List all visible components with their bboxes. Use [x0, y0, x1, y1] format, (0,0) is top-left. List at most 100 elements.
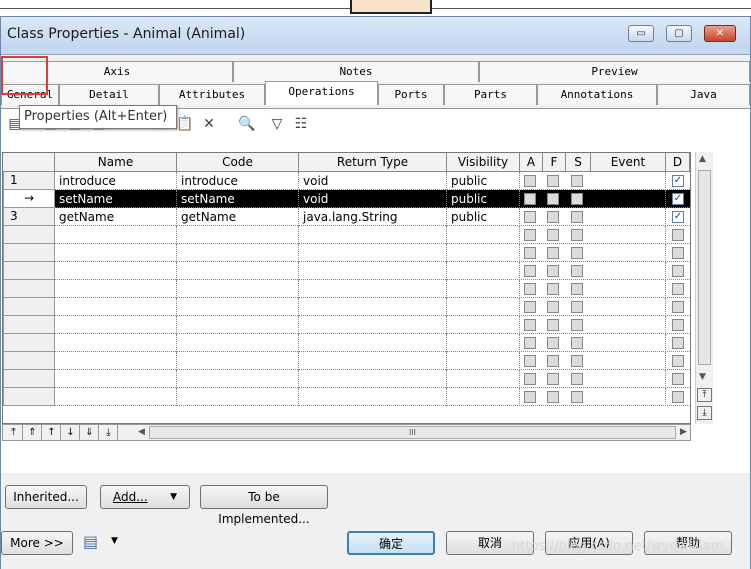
- return-type-cell[interactable]: [299, 388, 447, 406]
- code-cell[interactable]: [177, 244, 299, 262]
- horizontal-scroll-thumb[interactable]: III: [149, 426, 676, 439]
- final-checkbox[interactable]: [547, 211, 559, 223]
- row-header[interactable]: 3: [3, 208, 55, 226]
- scroll-thumb[interactable]: [698, 170, 711, 365]
- move-bottom-icon[interactable]: ⤓: [100, 425, 118, 440]
- table-row[interactable]: [3, 370, 690, 388]
- static-checkbox[interactable]: [571, 229, 583, 241]
- delete-icon[interactable]: ✕: [199, 114, 219, 134]
- display-checkbox[interactable]: ✓: [672, 211, 684, 223]
- static-checkbox[interactable]: [571, 319, 583, 331]
- display-checkbox[interactable]: [672, 391, 684, 403]
- table-row[interactable]: [3, 244, 690, 262]
- display-checkbox[interactable]: ✓: [672, 175, 684, 187]
- display-checkbox[interactable]: [672, 247, 684, 259]
- display-checkbox[interactable]: [672, 355, 684, 367]
- visibility-cell[interactable]: [447, 370, 520, 388]
- paste-icon[interactable]: 📋: [175, 114, 195, 134]
- row-header[interactable]: [3, 262, 55, 280]
- static-checkbox[interactable]: [571, 283, 583, 295]
- code-cell[interactable]: [177, 388, 299, 406]
- final-checkbox[interactable]: [547, 229, 559, 241]
- abstract-checkbox[interactable]: [524, 373, 536, 385]
- event-cell[interactable]: [591, 226, 666, 244]
- tab-annotations[interactable]: Annotations: [537, 84, 657, 105]
- scroll-top-icon[interactable]: ⤒: [697, 388, 712, 402]
- tab-attributes[interactable]: Attributes: [159, 84, 265, 105]
- move-page-up-icon[interactable]: ⇑: [24, 425, 42, 440]
- row-header[interactable]: [3, 244, 55, 262]
- add-button[interactable]: Add... ▼: [100, 485, 190, 509]
- static-checkbox[interactable]: [571, 337, 583, 349]
- abstract-checkbox[interactable]: [524, 175, 536, 187]
- visibility-cell[interactable]: [447, 280, 520, 298]
- static-checkbox[interactable]: [571, 373, 583, 385]
- return-type-cell[interactable]: [299, 352, 447, 370]
- return-type-cell[interactable]: [299, 370, 447, 388]
- abstract-checkbox[interactable]: [524, 265, 536, 277]
- final-checkbox[interactable]: [547, 247, 559, 259]
- name-cell[interactable]: [55, 370, 177, 388]
- table-row[interactable]: [3, 226, 690, 244]
- filter-icon[interactable]: ▽: [267, 114, 287, 134]
- minimize-button[interactable]: ▭: [628, 25, 654, 42]
- row-header[interactable]: [3, 370, 55, 388]
- visibility-cell[interactable]: [447, 226, 520, 244]
- tab-operations[interactable]: Operations: [265, 81, 378, 105]
- vertical-scrollbar[interactable]: ▲ ▼ ⤒ ⤓: [695, 152, 713, 424]
- code-cell[interactable]: [177, 226, 299, 244]
- table-row[interactable]: [3, 280, 690, 298]
- final-checkbox[interactable]: [547, 175, 559, 187]
- name-cell[interactable]: [55, 316, 177, 334]
- col-s-header[interactable]: S: [566, 153, 591, 172]
- static-checkbox[interactable]: [571, 301, 583, 313]
- table-row[interactable]: → setName setName void public ✓: [3, 190, 690, 208]
- final-checkbox[interactable]: [547, 283, 559, 295]
- to-be-implemented-button[interactable]: To be Implemented...: [200, 485, 328, 526]
- visibility-cell[interactable]: public: [447, 208, 520, 226]
- return-type-cell[interactable]: [299, 226, 447, 244]
- visibility-cell[interactable]: public: [447, 190, 520, 208]
- abstract-checkbox[interactable]: [524, 337, 536, 349]
- name-cell[interactable]: [55, 352, 177, 370]
- static-checkbox[interactable]: [571, 175, 583, 187]
- move-top-icon[interactable]: ⤒: [5, 425, 23, 440]
- static-checkbox[interactable]: [571, 211, 583, 223]
- close-button[interactable]: ✕: [704, 25, 736, 42]
- scroll-right-icon[interactable]: ▶: [680, 427, 687, 437]
- static-checkbox[interactable]: [571, 355, 583, 367]
- visibility-cell[interactable]: [447, 388, 520, 406]
- event-cell[interactable]: [591, 262, 666, 280]
- name-cell[interactable]: [55, 298, 177, 316]
- final-checkbox[interactable]: [547, 265, 559, 277]
- final-checkbox[interactable]: [547, 355, 559, 367]
- print-dropdown-icon[interactable]: ▼: [111, 536, 118, 546]
- row-header[interactable]: [3, 388, 55, 406]
- visibility-cell[interactable]: [447, 334, 520, 352]
- col-a-header[interactable]: A: [520, 153, 543, 172]
- display-checkbox[interactable]: [672, 265, 684, 277]
- scroll-down-icon[interactable]: ▼: [699, 372, 706, 382]
- name-cell[interactable]: getName: [55, 208, 177, 226]
- col-f-header[interactable]: F: [543, 153, 566, 172]
- return-type-cell[interactable]: [299, 334, 447, 352]
- return-type-cell[interactable]: [299, 280, 447, 298]
- event-cell[interactable]: [591, 208, 666, 226]
- row-header[interactable]: →: [3, 190, 55, 208]
- scroll-up-icon[interactable]: ▲: [699, 154, 706, 164]
- code-cell[interactable]: setName: [177, 190, 299, 208]
- abstract-checkbox[interactable]: [524, 247, 536, 259]
- final-checkbox[interactable]: [547, 319, 559, 331]
- code-cell[interactable]: [177, 262, 299, 280]
- static-checkbox[interactable]: [571, 391, 583, 403]
- row-header[interactable]: [3, 352, 55, 370]
- visibility-cell[interactable]: [447, 316, 520, 334]
- static-checkbox[interactable]: [571, 193, 583, 205]
- final-checkbox[interactable]: [547, 193, 559, 205]
- abstract-checkbox[interactable]: [524, 355, 536, 367]
- tab-ports[interactable]: Ports: [378, 84, 444, 105]
- abstract-checkbox[interactable]: [524, 211, 536, 223]
- col-visibility-header[interactable]: Visibility: [447, 153, 520, 172]
- tab-java[interactable]: Java: [657, 84, 750, 105]
- display-checkbox[interactable]: ✓: [672, 193, 684, 205]
